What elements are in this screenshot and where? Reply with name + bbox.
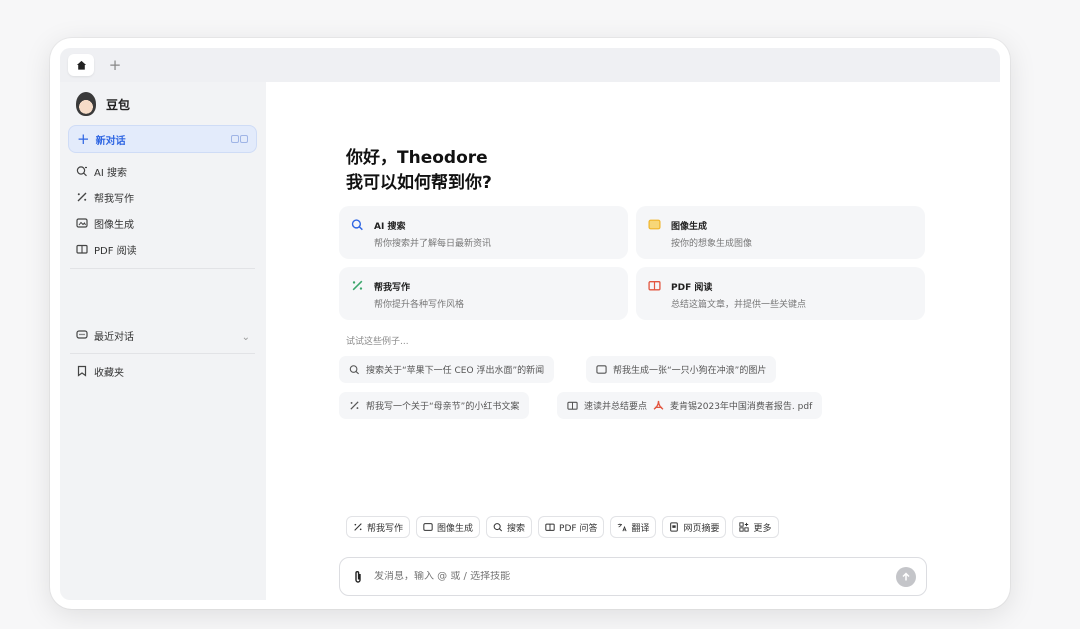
send-button[interactable] xyxy=(896,567,916,587)
message-composer xyxy=(339,557,927,596)
search-icon xyxy=(351,219,363,231)
example-chip[interactable]: 帮我生成一张“一只小狗在冲浪”的图片 xyxy=(586,356,777,383)
book-icon xyxy=(648,281,661,291)
brand[interactable]: 豆包 xyxy=(76,92,130,116)
sidebar-item-writing[interactable]: 帮我写作 xyxy=(76,189,134,205)
plus-icon: + xyxy=(77,129,90,148)
card-ai-search[interactable]: AI 搜索 帮你搜索并了解每日最新资讯 xyxy=(339,206,628,259)
sidebar-item-label: PDF 阅读 xyxy=(94,245,137,257)
example-chip[interactable]: 帮我写一个关于“母亲节”的小红书文案 xyxy=(339,392,530,419)
tool-more-button[interactable]: 更多 xyxy=(732,516,779,538)
greeting-line-1: 你好，Theodore xyxy=(346,148,488,168)
tool-image-button[interactable]: 图像生成 xyxy=(416,516,481,538)
sidebar-item-label: AI 搜索 xyxy=(94,167,127,179)
tool-label: 帮我写作 xyxy=(367,523,404,534)
sidebar-item-pdf[interactable]: PDF 阅读 xyxy=(76,241,137,257)
chevron-down-icon[interactable]: ⌄ xyxy=(242,332,250,343)
card-description: 帮你搜索并了解每日最新资讯 xyxy=(374,239,492,249)
main-panel: 你好，Theodore 我可以如何帮到你? AI 搜索 帮你搜索并了解每日最新资… xyxy=(266,82,1000,600)
bookmark-icon xyxy=(76,365,88,377)
sidebar-item-label: 收藏夹 xyxy=(94,367,124,379)
sidebar-item-image[interactable]: 图像生成 xyxy=(76,215,134,231)
card-title: AI 搜索 xyxy=(374,222,406,232)
example-file-name: 麦肯锡2023年中国消费者报告. pdf xyxy=(670,402,813,412)
tool-translate-button[interactable]: 翻译 xyxy=(610,516,657,538)
tool-label: 翻译 xyxy=(631,523,650,534)
image-icon xyxy=(76,217,88,229)
book-icon xyxy=(76,243,88,255)
app-frame: + 豆包 + 新对话 AI 搜索 帮我写作 图像生成 PDF 阅读 最近对话 ⌄… xyxy=(50,38,1010,609)
sidebar-item-label: 帮我写作 xyxy=(94,193,134,205)
divider xyxy=(70,353,255,354)
card-description: 按你的想象生成图像 xyxy=(671,239,753,249)
pen-icon xyxy=(352,280,363,291)
tool-label: PDF 问答 xyxy=(559,523,598,534)
card-description: 总结这篇文章，并提供一些关键点 xyxy=(671,300,807,310)
example-text: 速读并总结要点 xyxy=(584,402,648,412)
tool-label: 网页摘要 xyxy=(683,523,720,534)
tool-writing-button[interactable]: 帮我写作 xyxy=(346,516,411,538)
tool-search-button[interactable]: 搜索 xyxy=(486,516,533,538)
brand-name: 豆包 xyxy=(106,97,131,112)
pen-icon xyxy=(354,523,362,531)
message-input[interactable] xyxy=(374,571,874,582)
pen-icon xyxy=(350,401,359,410)
sidebar-item-label: 最近对话 xyxy=(94,331,134,343)
translate-icon xyxy=(618,523,628,532)
home-icon xyxy=(76,60,86,70)
sidebar-item-label: 图像生成 xyxy=(94,219,134,231)
card-title: PDF 阅读 xyxy=(671,283,713,293)
search-icon xyxy=(76,165,88,177)
arrow-up-icon xyxy=(902,572,910,581)
sidebar-item-favorites[interactable]: 收藏夹 xyxy=(76,363,124,379)
image-icon xyxy=(423,523,433,531)
card-writing[interactable]: 帮我写作 帮你提升各种写作风格 xyxy=(339,267,628,320)
book-icon xyxy=(545,523,555,531)
example-text: 帮我写一个关于“母亲节”的小红书文案 xyxy=(366,402,520,412)
plus-icon: + xyxy=(108,56,122,74)
card-pdf[interactable]: PDF 阅读 总结这篇文章，并提供一些关键点 xyxy=(636,267,925,320)
skill-toolbar: 帮我写作 图像生成 搜索 PDF 问答 翻译 网页摘要 更多 xyxy=(346,516,779,538)
pen-icon xyxy=(76,191,88,203)
web-page-icon xyxy=(670,522,679,532)
card-title: 帮我写作 xyxy=(374,283,411,293)
image-icon xyxy=(648,219,661,230)
tool-web-summary-button[interactable]: 网页摘要 xyxy=(662,516,727,538)
image-icon xyxy=(596,365,607,374)
search-icon xyxy=(349,365,359,375)
tool-label: 图像生成 xyxy=(437,523,474,534)
greeting-line-2: 我可以如何帮到你? xyxy=(346,173,492,193)
example-text: 帮我生成一张“一只小狗在冲浪”的图片 xyxy=(613,366,767,376)
tool-pdf-button[interactable]: PDF 问答 xyxy=(538,516,605,538)
card-title: 图像生成 xyxy=(671,222,708,232)
tab-bar: + xyxy=(60,48,1000,82)
example-text: 搜索关于“苹果下一任 CEO 浮出水面”的新闻 xyxy=(366,366,545,376)
grid-more-icon xyxy=(739,522,750,532)
app-window: + 豆包 + 新对话 AI 搜索 帮我写作 图像生成 PDF 阅读 最近对话 ⌄… xyxy=(60,48,1000,600)
paperclip-icon[interactable] xyxy=(352,570,364,584)
examples-label: 试试这些例子... xyxy=(346,337,409,347)
avatar xyxy=(76,92,96,116)
sidebar-item-ai-search[interactable]: AI 搜索 xyxy=(76,163,127,179)
shortcut-icon xyxy=(231,135,248,143)
sidebar: 豆包 + 新对话 AI 搜索 帮我写作 图像生成 PDF 阅读 最近对话 ⌄ 收… xyxy=(60,82,266,600)
home-tab[interactable] xyxy=(68,54,94,76)
pdf-file-icon xyxy=(653,400,664,410)
example-chip[interactable]: 搜索关于“苹果下一任 CEO 浮出水面”的新闻 xyxy=(339,356,555,383)
tool-label: 更多 xyxy=(753,523,772,534)
example-chip[interactable]: 速读并总结要点 麦肯锡2023年中国消费者报告. pdf xyxy=(557,392,823,419)
new-tab-button[interactable]: + xyxy=(102,54,128,76)
book-icon xyxy=(567,401,578,410)
divider xyxy=(70,268,255,269)
chat-icon xyxy=(76,329,88,341)
card-description: 帮你提升各种写作风格 xyxy=(374,300,465,310)
sidebar-item-recent[interactable]: 最近对话 xyxy=(76,327,134,343)
new-chat-button[interactable]: + 新对话 xyxy=(68,125,257,153)
new-chat-label: 新对话 xyxy=(95,135,126,147)
greeting: 你好，Theodore 我可以如何帮到你? xyxy=(346,146,492,196)
tool-label: 搜索 xyxy=(507,523,526,534)
card-image-gen[interactable]: 图像生成 按你的想象生成图像 xyxy=(636,206,925,259)
search-icon xyxy=(493,523,503,532)
